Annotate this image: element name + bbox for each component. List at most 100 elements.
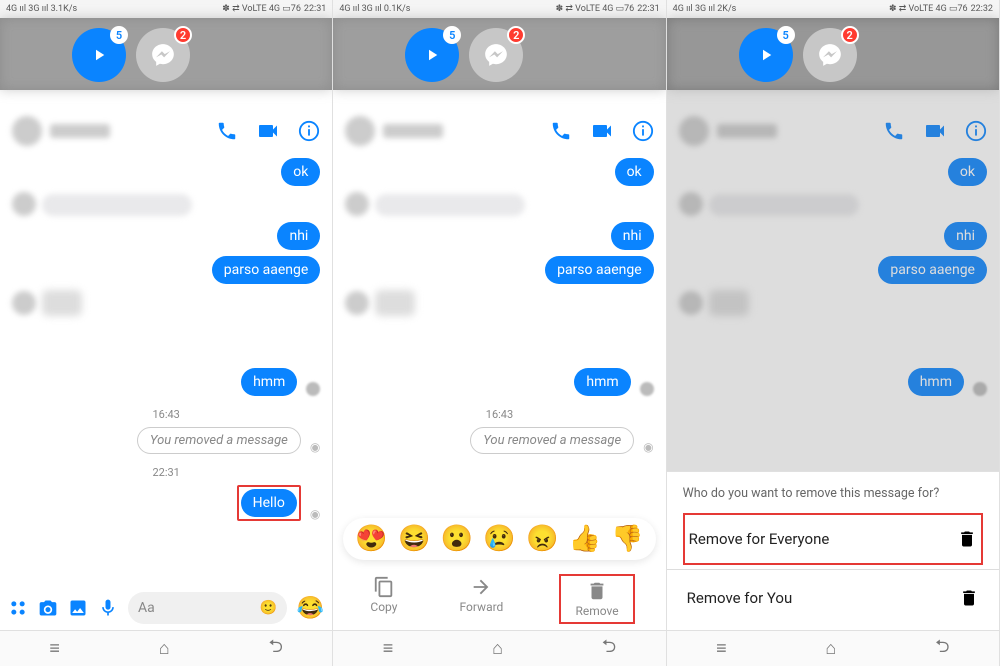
status-time: 22:31 — [637, 4, 659, 14]
back-button[interactable]: ⮌ — [268, 634, 282, 664]
recents-button[interactable]: ≡ — [716, 638, 727, 659]
message-hello[interactable]: Hello — [241, 489, 297, 517]
messenger-chathead[interactable]: 2 — [803, 28, 857, 82]
play-badge: 5 — [110, 26, 128, 44]
voice-call-button[interactable] — [216, 120, 238, 142]
sheet-title: Who do you want to remove this message f… — [683, 486, 983, 501]
home-button[interactable]: ⌂ — [825, 638, 836, 659]
screen-1-chat: 4G ııl 3G ııl 3.1K/s ✽ ⇄ VoLTE 4G ▭76 22… — [0, 0, 333, 666]
forward-label: Forward — [460, 600, 504, 614]
sender-avatar — [12, 192, 36, 216]
home-button[interactable]: ⌂ — [159, 638, 170, 659]
message-actions: Copy Forward Remove — [333, 566, 665, 630]
message-sent[interactable]: hmm — [241, 368, 297, 396]
message-received-redacted[interactable] — [42, 290, 82, 316]
emoji-picker-icon[interactable]: 🙂 — [259, 600, 276, 616]
removed-message: You removed a message — [137, 427, 301, 454]
sender-avatar — [679, 192, 703, 216]
message-sent: hmm — [908, 368, 964, 396]
apps-icon[interactable] — [8, 598, 28, 618]
chathead-overlay: 5 2 — [72, 28, 190, 82]
home-button[interactable]: ⌂ — [492, 638, 503, 659]
message-sent[interactable]: ok — [281, 158, 320, 186]
removed-message: You removed a message — [470, 427, 634, 454]
contact-avatar[interactable] — [345, 116, 375, 146]
play-badge: 5 — [443, 26, 461, 44]
video-play-chathead[interactable]: 5 — [405, 28, 459, 82]
info-button[interactable] — [298, 120, 320, 142]
info-button[interactable] — [632, 120, 654, 142]
contact-avatar[interactable] — [12, 116, 42, 146]
message-input[interactable]: Aa 🙂 — [128, 592, 287, 624]
message-list: ok nhi parso aaenge hmm — [667, 154, 999, 471]
message-sent[interactable]: nhi — [277, 222, 320, 250]
remove-action[interactable]: Remove — [559, 574, 634, 624]
voice-call-button[interactable] — [550, 120, 572, 142]
message-sent[interactable]: parso aaenge — [545, 256, 654, 284]
status-right: ✽ ⇄ VoLTE 4G ▭76 22:31 — [556, 4, 660, 14]
seen-indicator — [306, 382, 320, 396]
message-sent[interactable]: hmm — [574, 368, 630, 396]
delivered-icon: ◉ — [310, 440, 320, 454]
recents-button[interactable]: ≡ — [383, 638, 394, 659]
quick-emoji-button[interactable]: 😂 — [297, 596, 324, 621]
reaction-dislike[interactable]: 👎 — [611, 524, 643, 554]
trash-icon — [957, 529, 977, 549]
messenger-chathead[interactable]: 2 — [469, 28, 523, 82]
status-right: ✽ ⇄ VoLTE 4G ▭76 22:31 — [222, 4, 326, 14]
reaction-like[interactable]: 👍 — [569, 524, 601, 554]
copy-action[interactable]: Copy — [364, 574, 403, 624]
trash-icon — [959, 588, 979, 608]
gallery-icon[interactable] — [68, 598, 88, 618]
message-sent[interactable]: parso aaenge — [212, 256, 321, 284]
remove-label: Remove — [575, 604, 618, 618]
message-received-redacted[interactable] — [42, 194, 192, 216]
reaction-love[interactable]: 😍 — [355, 524, 387, 554]
chat-header — [667, 108, 999, 154]
reaction-wow[interactable]: 😮 — [441, 524, 473, 554]
timestamp: 22:31 — [12, 466, 320, 479]
message-received-redacted[interactable] — [375, 290, 415, 316]
back-button[interactable]: ⮌ — [602, 634, 616, 664]
chat-header — [333, 108, 665, 154]
status-left: 4G ııl 3G ııl 2K/s — [673, 4, 737, 14]
reaction-picker: 😍 😆 😮 😢 😠 👍 👎 — [343, 518, 655, 560]
highlight-box: Hello — [237, 485, 301, 521]
message-sent[interactable]: ok — [615, 158, 654, 186]
status-time: 22:31 — [304, 4, 326, 14]
back-button[interactable]: ⮌ — [935, 634, 949, 664]
message-sent: ok — [948, 158, 987, 186]
message-sent[interactable]: nhi — [611, 222, 654, 250]
messenger-badge: 2 — [507, 26, 525, 44]
status-left: 4G ııl 3G ııl 3.1K/s — [6, 4, 77, 14]
play-badge: 5 — [777, 26, 795, 44]
delivered-icon: ◉ — [310, 507, 320, 521]
recents-button[interactable]: ≡ — [49, 638, 60, 659]
status-time: 22:32 — [971, 4, 993, 14]
video-play-chathead[interactable]: 5 — [72, 28, 126, 82]
reaction-sad[interactable]: 😢 — [483, 524, 515, 554]
remove-for-you-option[interactable]: Remove for You — [683, 574, 983, 622]
contact-avatar — [679, 116, 709, 146]
status-right: ✽ ⇄ VoLTE 4G ▭76 22:32 — [889, 4, 993, 14]
reaction-angry[interactable]: 😠 — [526, 524, 558, 554]
message-received-redacted[interactable] — [375, 194, 525, 216]
message-received-redacted — [709, 194, 859, 216]
sender-avatar — [12, 291, 36, 315]
chathead-overlay: 5 2 — [405, 28, 523, 82]
reaction-haha[interactable]: 😆 — [398, 524, 430, 554]
video-play-chathead[interactable]: 5 — [739, 28, 793, 82]
mic-icon[interactable] — [98, 598, 118, 618]
status-bar: 4G ııl 3G ııl 3.1K/s ✽ ⇄ VoLTE 4G ▭76 22… — [0, 0, 332, 18]
message-list[interactable]: ok nhi parso aaenge hmm 16:43 You remove… — [0, 154, 332, 586]
camera-icon[interactable] — [38, 598, 58, 618]
message-list[interactable]: ok nhi parso aaenge hmm 16:43 You remove… — [333, 154, 665, 518]
message-sent: nhi — [944, 222, 987, 250]
remove-for-everyone-option[interactable]: Remove for Everyone — [683, 513, 983, 565]
message-received-redacted — [709, 290, 749, 316]
video-call-button[interactable] — [256, 119, 280, 143]
video-call-button[interactable] — [590, 119, 614, 143]
messenger-chathead[interactable]: 2 — [136, 28, 190, 82]
forward-action[interactable]: Forward — [454, 574, 510, 624]
contact-name-redacted — [383, 124, 443, 138]
